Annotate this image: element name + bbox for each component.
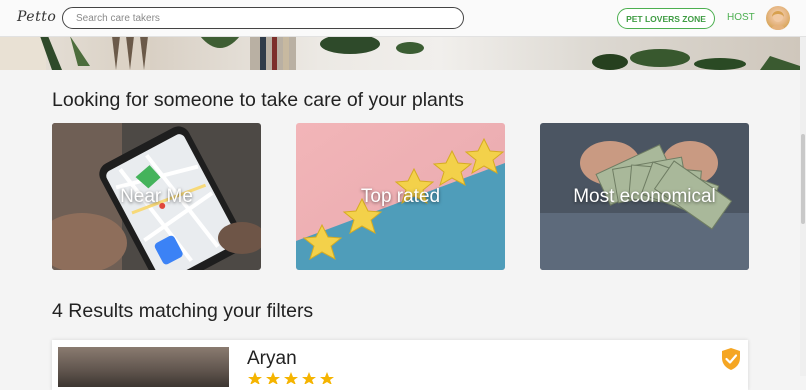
result-card[interactable]: Aryan [52, 340, 748, 390]
user-avatar[interactable] [766, 6, 790, 30]
category-card-top-rated[interactable]: Top rated [296, 123, 505, 270]
page-scrollbar[interactable] [800, 36, 806, 376]
scrollbar-thumb[interactable] [801, 134, 805, 224]
section-title: Looking for someone to take care of your… [52, 89, 464, 111]
category-label: Near Me [120, 185, 193, 207]
category-label: Most economical [573, 185, 716, 207]
app-logo[interactable]: Petto [17, 9, 56, 25]
host-link[interactable]: HOST [727, 12, 755, 23]
category-card-most-economical[interactable]: Most economical [540, 123, 749, 270]
pet-lovers-zone-button[interactable]: PET LOVERS ZONE [617, 8, 715, 29]
category-label: Top rated [360, 185, 441, 207]
rating-stars-icon [248, 372, 334, 384]
category-card-near-me[interactable]: Near Me [52, 123, 261, 270]
results-title: 4 Results matching your filters [52, 300, 314, 322]
caretaker-name[interactable]: Aryan [247, 348, 297, 370]
search-input[interactable] [62, 7, 464, 29]
top-navbar: Petto PET LOVERS ZONE HOST [0, 0, 806, 37]
verified-shield-icon [722, 348, 740, 370]
hero-banner-image [0, 36, 800, 70]
caretaker-photo [58, 347, 229, 387]
